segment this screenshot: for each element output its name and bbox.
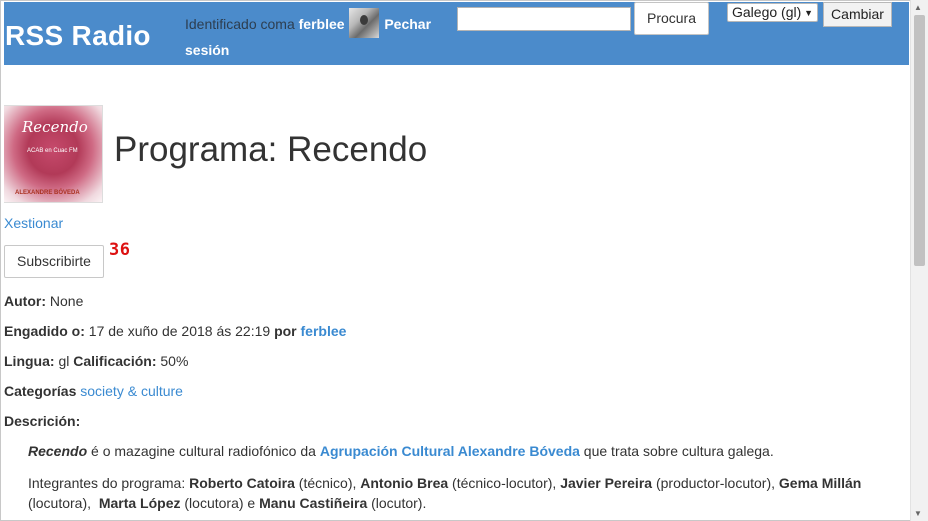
description-row: Descrición: bbox=[4, 413, 80, 429]
members-intro: Integrantes do programa: bbox=[28, 475, 190, 491]
author-value: None bbox=[49, 293, 84, 309]
description-text-1: é o mazagine cultural radiofónico da bbox=[87, 443, 320, 459]
language-select[interactable]: Galego (gl) ▼ bbox=[727, 3, 818, 22]
subscribe-button[interactable]: Subscribirte bbox=[4, 245, 104, 278]
user-avatar[interactable] bbox=[349, 8, 380, 38]
program-image-footer: ALEXANDRE BÓVEDA bbox=[15, 190, 80, 196]
manage-link[interactable]: Xestionar bbox=[4, 215, 63, 231]
organization-link[interactable]: Agrupación Cultural Alexandre Bóveda bbox=[320, 443, 580, 459]
username-link[interactable]: ferblee bbox=[299, 16, 345, 32]
description-label: Descrición: bbox=[4, 413, 81, 429]
categories-label: Categorías bbox=[4, 383, 77, 399]
page-title: Programa: Recendo bbox=[114, 130, 428, 169]
categories-row: Categorías society & culture bbox=[4, 383, 183, 399]
author-row: Autor: None bbox=[4, 293, 83, 309]
description-paragraph-1: Recendo é o mazagine cultural radiofónic… bbox=[28, 443, 774, 459]
member-name: Roberto Catoira bbox=[189, 475, 295, 491]
member-role: (productor-locutor), bbox=[652, 475, 779, 491]
scroll-up-arrow-icon[interactable]: ▲ bbox=[914, 3, 922, 12]
member-name: Antonio Brea bbox=[360, 475, 449, 491]
language-label: Lingua: bbox=[4, 353, 55, 369]
brand-logo[interactable]: RSS Radio bbox=[5, 20, 151, 52]
language-select-value: Galego (gl) bbox=[732, 4, 802, 20]
member-role: (locutor). bbox=[367, 495, 427, 511]
member-role: (técnico-locutor), bbox=[448, 475, 561, 491]
subscriber-count: 36 bbox=[109, 240, 131, 260]
member-name: Manu Castiñeira bbox=[259, 495, 368, 511]
page: RSS Radio Identificado coma ferblee Pech… bbox=[4, 2, 909, 521]
member-name: Marta López bbox=[98, 495, 181, 511]
description-paragraph-2: Integrantes do programa: Roberto Catoira… bbox=[28, 473, 888, 513]
program-image-subtitle: ACAB en Cuac FM bbox=[27, 148, 78, 154]
by-label: por bbox=[274, 323, 297, 339]
rating-label: Calificación: bbox=[73, 353, 157, 369]
added-by-link[interactable]: ferblee bbox=[301, 323, 347, 339]
chevron-down-icon: ▼ bbox=[804, 8, 813, 18]
added-value: 17 de xuño de 2018 ás 22:19 bbox=[88, 323, 271, 339]
program-image: Recendo ACAB en Cuac FM ALEXANDRE BÓVEDA bbox=[4, 105, 103, 203]
login-info: Identificado coma ferblee Pechar sesión bbox=[185, 8, 455, 62]
language-value: gl bbox=[58, 353, 70, 369]
search-input[interactable] bbox=[457, 7, 631, 31]
rating-value: 50% bbox=[160, 353, 189, 369]
scrollbar-thumb[interactable] bbox=[914, 15, 925, 266]
identified-as-label: Identificado coma bbox=[185, 16, 295, 32]
member-name: Gema Millán bbox=[778, 475, 862, 491]
top-bar: RSS Radio Identificado coma ferblee Pech… bbox=[4, 2, 909, 65]
vertical-scrollbar[interactable]: ▲ ▼ bbox=[910, 0, 928, 521]
member-role: (locutora) e bbox=[180, 495, 260, 511]
scroll-down-arrow-icon[interactable]: ▼ bbox=[914, 509, 922, 518]
member-role: (locutora), bbox=[28, 495, 99, 511]
member-role: (técnico), bbox=[294, 475, 361, 491]
description-text-2: que trata sobre cultura galega. bbox=[579, 443, 774, 459]
author-label: Autor: bbox=[4, 293, 46, 309]
member-name: Javier Pereira bbox=[560, 475, 653, 491]
program-image-title: Recendo bbox=[22, 118, 88, 136]
added-row: Engadido o: 17 de xuño de 2018 ás 22:19 … bbox=[4, 323, 346, 339]
added-label: Engadido o: bbox=[4, 323, 85, 339]
search-button[interactable]: Procura bbox=[634, 2, 709, 35]
change-language-button[interactable]: Cambiar bbox=[823, 2, 892, 27]
category-link[interactable]: society & culture bbox=[80, 383, 183, 399]
program-name-emphasis: Recendo bbox=[28, 443, 88, 459]
language-rating-row: Lingua: gl Calificación: 50% bbox=[4, 353, 188, 369]
